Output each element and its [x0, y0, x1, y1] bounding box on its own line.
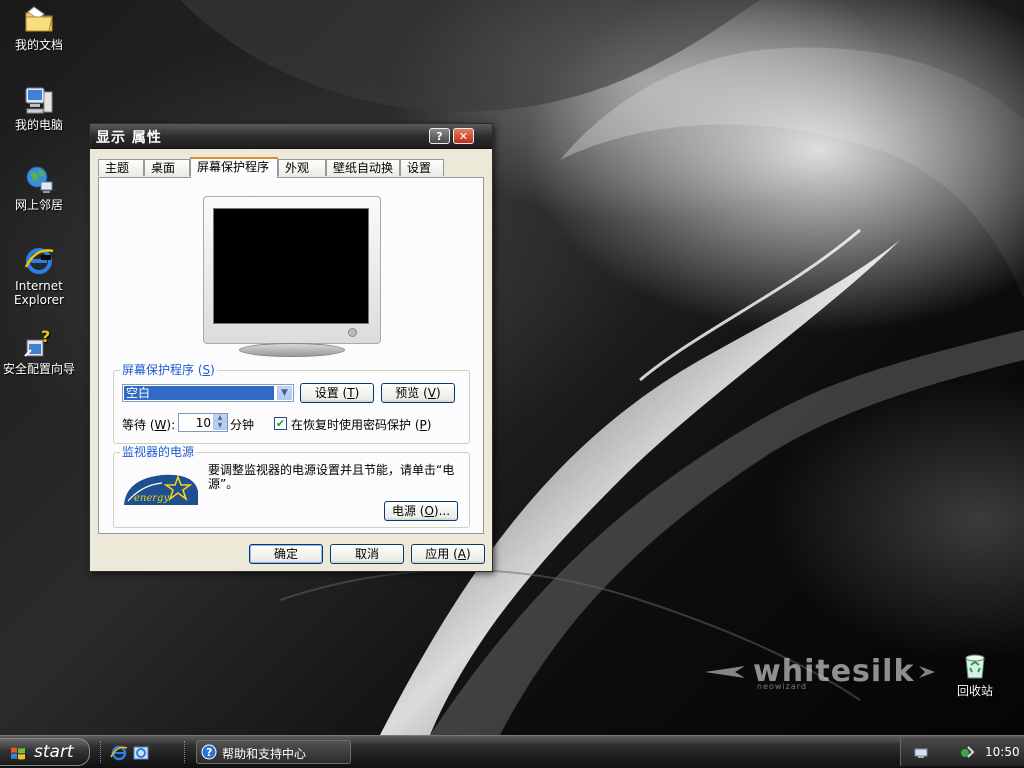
desktop-icon-label: 回收站: [956, 684, 993, 698]
screensaver-preview-monitor: [203, 196, 381, 357]
screensaver-group: 屏幕保护程序 (S) 空白 ▼ 设置 (T) 预览 (V) 等待 (W): 10…: [113, 363, 470, 444]
power-button[interactable]: 电源 (O)...: [384, 501, 458, 521]
desktop-icon-security-wizard[interactable]: ? 安全配置向导: [0, 328, 78, 376]
quicklaunch-browser-icon[interactable]: [132, 744, 150, 762]
desktop-icon-label: 网上邻居: [14, 198, 63, 212]
desktop-icon-label: 我的电脑: [14, 118, 63, 132]
clock: 10:50: [985, 745, 1020, 759]
recycle-bin-icon: [965, 654, 985, 679]
start-button[interactable]: start: [0, 738, 90, 766]
screensaver-select[interactable]: 空白 ▼: [122, 384, 294, 402]
stepper-up-icon[interactable]: ▲: [213, 414, 227, 422]
apply-button[interactable]: 应用 (A): [411, 544, 485, 564]
internet-explorer-icon: [24, 248, 54, 274]
svg-text:?: ?: [206, 746, 212, 759]
task-label: 帮助和支持中心: [222, 747, 307, 761]
monitor-stand: [239, 343, 345, 357]
screensaver-tab-panel: 屏幕保护程序 (S) 空白 ▼ 设置 (T) 预览 (V) 等待 (W): 10…: [98, 177, 484, 534]
windows-logo-icon: [11, 747, 25, 760]
monitor-power-group-label: 监视器的电源: [120, 445, 197, 459]
dialog-title: 显示 属性: [96, 130, 162, 146]
monitor-power-led: [348, 328, 357, 337]
wait-minutes-stepper[interactable]: 10 ▲ ▼: [178, 413, 228, 432]
desktop-icon-my-documents[interactable]: 我的文档: [0, 4, 78, 52]
power-description: 要调整监视器的电源设置并且节能，请单击“电源”。: [208, 463, 455, 491]
svg-text:?: ?: [41, 328, 50, 346]
tab-desktop[interactable]: 桌面: [144, 159, 190, 176]
desktop-icon-internet-explorer[interactable]: Internet Explorer: [0, 245, 78, 307]
monitor-preview-screen: [213, 208, 369, 324]
quicklaunch-internet-explorer-icon[interactable]: [110, 744, 128, 762]
help-button[interactable]: ?: [429, 128, 450, 144]
energy-star-logo: energy: [124, 474, 198, 505]
connection-tray-icon[interactable]: [959, 744, 975, 760]
tab-themes[interactable]: 主题: [98, 159, 144, 176]
taskbar-separator: [184, 741, 187, 763]
password-protect-label[interactable]: 在恢复时使用密码保护 (P): [291, 416, 431, 433]
stepper-down-icon[interactable]: ▼: [213, 422, 227, 430]
brand-subtitle: neowizard: [757, 682, 807, 691]
ok-button[interactable]: 确定: [249, 544, 323, 564]
folder-icon: [25, 6, 53, 32]
screensaver-group-label: 屏幕保护程序 (S): [120, 363, 217, 377]
desktop-icon-label: Internet Explorer: [14, 279, 64, 307]
screensaver-selected-value: 空白: [123, 385, 275, 401]
desktop-icon-network[interactable]: 网上邻居: [0, 164, 78, 212]
taskbar-task-help-center[interactable]: ? 帮助和支持中心: [196, 740, 351, 764]
monitor-power-group: 监视器的电源 energy 要调整监视器的电源设置并且节能，请单击“电源”。 电…: [113, 445, 470, 528]
screensaver-settings-button[interactable]: 设置 (T): [300, 383, 374, 403]
chevron-down-icon[interactable]: ▼: [277, 386, 292, 400]
password-protect-checkbox[interactable]: ✔: [274, 417, 287, 430]
svg-text:energy: energy: [134, 493, 169, 504]
start-label: start: [34, 742, 74, 762]
screensaver-preview-button[interactable]: 预览 (V): [381, 383, 455, 403]
taskbar: start ? 帮助和支持中心 10:50: [0, 735, 1024, 768]
dialog-titlebar[interactable]: 显示 属性 ? ✕: [90, 124, 492, 149]
display-properties-dialog: 显示 属性 ? ✕ 主题 桌面 屏幕保护程序 外观 壁纸自动换 设置 屏幕保护程…: [89, 123, 493, 572]
desktop-icon-my-computer[interactable]: 我的电脑: [0, 84, 78, 132]
wait-minutes-value[interactable]: 10: [179, 415, 211, 431]
wait-label: 等待 (W):: [122, 418, 176, 432]
desktop-icon-label: 我的文档: [14, 38, 63, 52]
security-wizard-icon: ?: [24, 328, 50, 357]
network-tray-icon[interactable]: [913, 744, 929, 760]
wallpaper-brand-logo: whitesilk neowizard: [705, 652, 935, 692]
help-question-icon: ?: [201, 744, 217, 760]
cancel-button[interactable]: 取消: [330, 544, 404, 564]
system-tray: 10:50: [900, 738, 1024, 766]
tab-appearance[interactable]: 外观: [278, 159, 326, 176]
tab-screensaver[interactable]: 屏幕保护程序: [190, 157, 278, 178]
desktop-icon-recycle-bin[interactable]: 回收站: [936, 650, 1014, 698]
close-button[interactable]: ✕: [453, 128, 474, 144]
taskbar-separator: [100, 741, 103, 763]
desktop-icon-label: 安全配置向导: [2, 362, 75, 376]
tab-settings[interactable]: 设置: [400, 159, 444, 176]
network-globe-icon: [26, 166, 53, 193]
wait-unit-label: 分钟: [230, 418, 255, 432]
tab-wallpaper-changer[interactable]: 壁纸自动换: [326, 159, 400, 176]
computer-icon: [25, 87, 53, 114]
